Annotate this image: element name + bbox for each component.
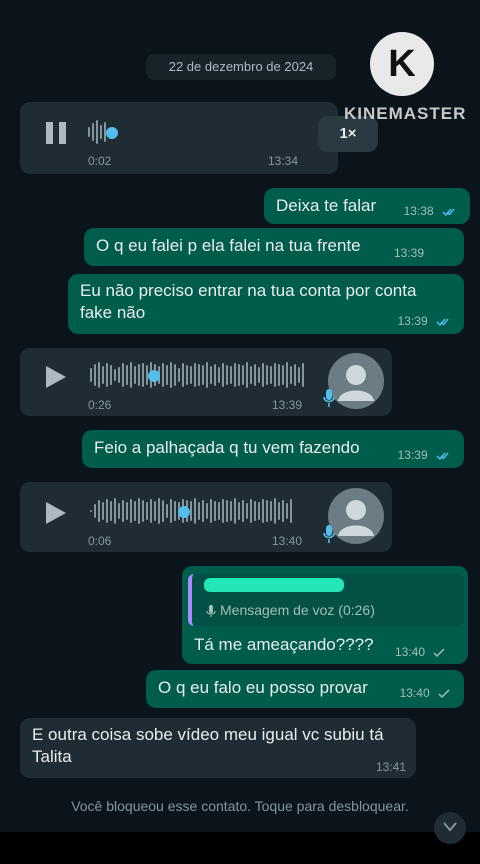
voice-time: 13:34 bbox=[268, 154, 299, 168]
chevron-down-icon bbox=[443, 822, 457, 832]
message-time: 13:39 bbox=[397, 314, 428, 328]
message-time: 13:38 bbox=[403, 204, 434, 218]
date-chip: 22 de dezembro de 2024 bbox=[146, 54, 336, 80]
message-time: 13:41 bbox=[375, 760, 406, 774]
message-time: 13:39 bbox=[397, 448, 428, 462]
quoted-sender-redacted bbox=[204, 578, 344, 592]
delivered-tick-icon bbox=[433, 648, 445, 657]
default-avatar-icon bbox=[338, 365, 374, 401]
message-text: E outra coisa sobe vídeo meu igual vc su… bbox=[32, 725, 384, 766]
microphone-icon bbox=[323, 389, 335, 407]
voice-time: 13:40 bbox=[272, 534, 303, 548]
message-bubble[interactable]: Deixa te falar 13:38 bbox=[264, 188, 470, 224]
message-text: Tá me ameaçando???? bbox=[194, 635, 374, 654]
avatar[interactable] bbox=[328, 488, 384, 544]
voice-elapsed: 0:02 bbox=[88, 154, 112, 168]
message-time: 13:40 bbox=[399, 686, 430, 700]
message-text: O q eu falo eu posso provar bbox=[158, 678, 368, 697]
waveform[interactable] bbox=[90, 362, 306, 388]
message-time: 13:40 bbox=[395, 645, 426, 659]
voice-message-bubble[interactable]: 0:02 13:34 bbox=[20, 102, 338, 174]
voice-time: 13:39 bbox=[272, 398, 303, 412]
avatar[interactable] bbox=[328, 353, 384, 409]
pause-icon[interactable] bbox=[44, 120, 68, 146]
read-ticks-icon bbox=[442, 208, 455, 216]
blocked-contact-notice[interactable]: Você bloqueou esse contato. Toque para d… bbox=[0, 798, 480, 814]
message-bubble[interactable]: Eu não preciso entrar na tua conta por c… bbox=[68, 274, 464, 334]
playback-knob[interactable] bbox=[106, 127, 118, 139]
quoted-message[interactable]: Mensagem de voz (0:26) bbox=[188, 574, 464, 626]
quoted-voice-label: Mensagem de voz (0:26) bbox=[206, 602, 375, 618]
play-icon[interactable] bbox=[44, 364, 68, 390]
playback-knob[interactable] bbox=[178, 506, 190, 518]
waveform[interactable] bbox=[90, 498, 294, 524]
voice-message-bubble[interactable]: 0:26 13:39 bbox=[20, 348, 392, 416]
message-text: Deixa te falar bbox=[276, 196, 377, 215]
default-avatar-icon bbox=[338, 500, 374, 536]
message-text: Feio a palhaçada q tu vem fazendo bbox=[94, 438, 360, 457]
voice-message-bubble[interactable]: 0:06 13:40 bbox=[20, 482, 392, 552]
voice-duration: 0:06 bbox=[88, 534, 112, 548]
delivered-tick-icon bbox=[438, 689, 450, 698]
scroll-down-button[interactable] bbox=[434, 812, 466, 844]
kinemaster-logo: K bbox=[370, 32, 434, 96]
bottom-strip bbox=[0, 832, 480, 864]
message-bubble[interactable]: Feio a palhaçada q tu vem fazendo 13:39 bbox=[82, 430, 464, 468]
message-text: O q eu falei p ela falei na tua frente bbox=[96, 236, 361, 255]
read-ticks-icon bbox=[436, 452, 449, 460]
playback-knob[interactable] bbox=[148, 370, 160, 382]
kinemaster-watermark: KINEMASTER bbox=[344, 104, 467, 123]
message-text: Eu não preciso entrar na tua conta por c… bbox=[80, 281, 417, 322]
message-bubble[interactable]: E outra coisa sobe vídeo meu igual vc su… bbox=[20, 718, 416, 778]
voice-duration: 0:26 bbox=[88, 398, 112, 412]
microphone-icon bbox=[206, 605, 216, 618]
play-icon[interactable] bbox=[44, 500, 68, 526]
message-bubble[interactable]: O q eu falei p ela falei na tua frente 1… bbox=[84, 228, 464, 266]
message-time: 13:39 bbox=[393, 246, 424, 260]
waveform[interactable] bbox=[88, 120, 108, 144]
message-bubble[interactable]: O q eu falo eu posso provar 13:40 bbox=[146, 670, 464, 708]
quoted-text: Mensagem de voz (0:26) bbox=[220, 602, 375, 618]
read-ticks-icon bbox=[436, 318, 449, 326]
microphone-icon bbox=[323, 525, 335, 543]
